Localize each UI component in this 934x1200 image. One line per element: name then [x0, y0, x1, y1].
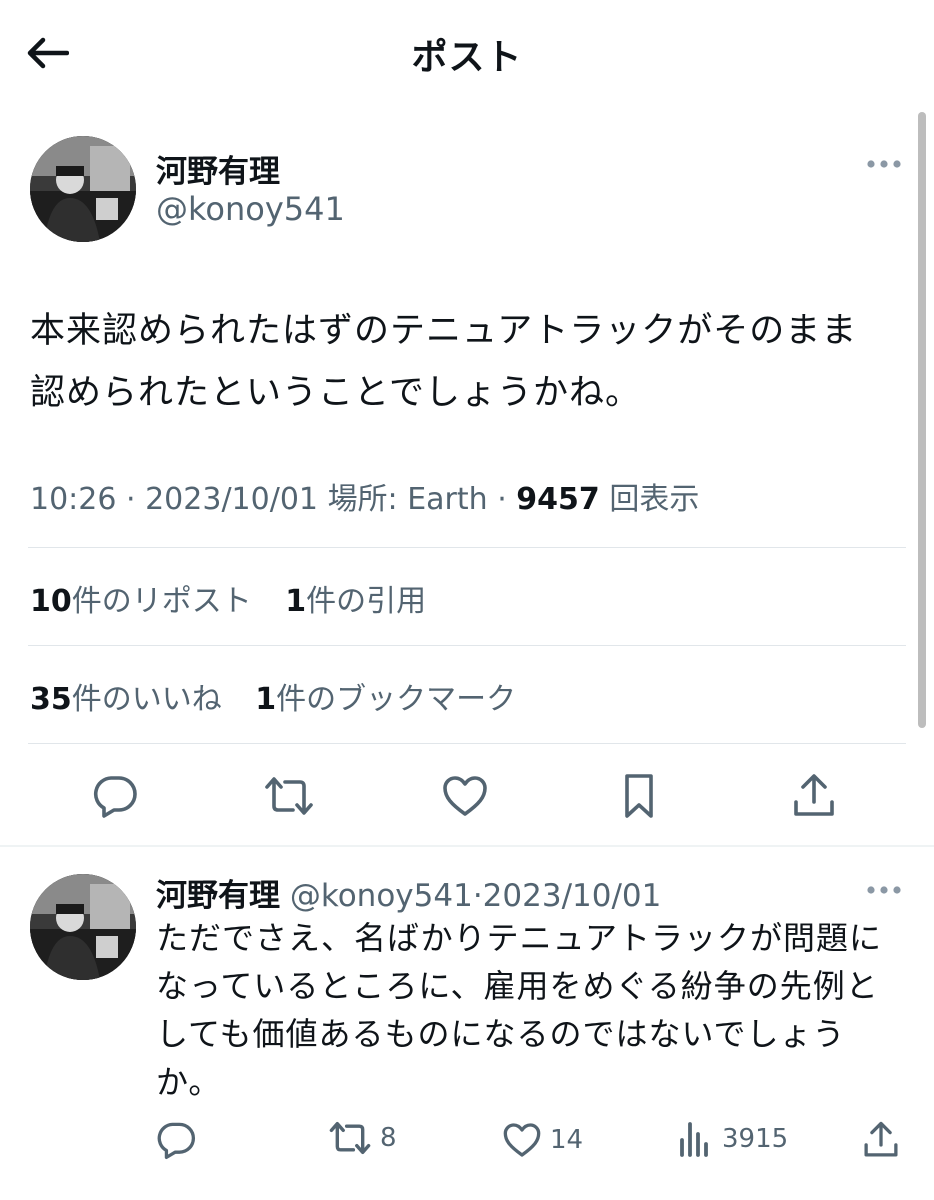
reply-text-line: しても価値あるものになるのではないでしょう [156, 1015, 846, 1053]
post-detail-page: ポスト 河野有理 @konoy541 本来認められたはずのテニュアトラックがその… [0, 0, 934, 1200]
heart-icon [443, 776, 487, 816]
reply-header: 河野有理 @konoy541·2023/10/01 [156, 870, 661, 915]
repost-button[interactable] [261, 768, 317, 824]
scrollbar[interactable] [918, 112, 926, 728]
quotes-label: 件の引用 [306, 584, 427, 619]
avatar[interactable] [30, 874, 136, 980]
reply-more-options-button[interactable] [862, 878, 906, 902]
share-upload-icon [794, 774, 834, 816]
like-button[interactable] [437, 768, 493, 824]
likes-count: 35 [30, 682, 72, 717]
reply-button[interactable] [87, 768, 143, 824]
post-text-line: 認められたということでしょうかね。 [30, 373, 641, 413]
views-label: 回表示 [609, 482, 700, 517]
bookmarks-stat[interactable]: 1件のブックマーク [255, 682, 516, 717]
avatar[interactable] [30, 136, 136, 242]
page-title: ポスト [411, 37, 523, 78]
reply-reply-button[interactable] [156, 1120, 196, 1160]
speech-bubble-icon [93, 776, 137, 818]
post-location: 場所: Earth [327, 482, 488, 517]
share-upload-icon [864, 1121, 898, 1157]
reposts-label: 件のリポスト [71, 584, 252, 619]
likes-label: 件のいいね [71, 682, 222, 717]
meta-separator: · [497, 482, 517, 517]
post-time[interactable]: 10:26 [30, 482, 116, 517]
reply-views-button[interactable]: 3915 [676, 1120, 788, 1158]
section-divider [0, 845, 934, 847]
reply-text-line: か。 [156, 1063, 222, 1101]
quotes-count: 1 [285, 584, 307, 619]
bar-chart-icon [680, 1122, 708, 1157]
reply-text: ただでさえ、名ばかりテニュアトラックが問題に なっているところに、雇用をめぐる紛… [156, 914, 908, 1106]
bookmarks-count: 1 [255, 682, 277, 717]
likes-stats-row: 35件のいいね 1件のブックマーク [30, 674, 540, 718]
post-meta: 10:26 · 2023/10/01 場所: Earth · 9457 回表示 [30, 474, 699, 518]
profile-photo [30, 136, 136, 242]
post-date[interactable]: 2023/10/01 [145, 482, 318, 517]
reply-repost-count: 8 [380, 1123, 397, 1153]
reposts-stat[interactable]: 10件のリポスト [30, 584, 252, 619]
quotes-stat[interactable]: 1件の引用 [285, 584, 426, 619]
reply-like-count: 14 [550, 1125, 584, 1155]
bookmark-icon [625, 774, 653, 818]
more-horizontal-icon [867, 160, 901, 168]
post-text-line: 本来認められたはずのテニュアトラックがそのまま [30, 311, 858, 351]
reply-separator: · [472, 878, 483, 914]
post-text: 本来認められたはずのテニュアトラックがそのまま 認められたということでしょうかね… [30, 300, 910, 424]
reply-like-button[interactable]: 14 [502, 1121, 583, 1159]
divider [28, 645, 906, 646]
reply-share-button[interactable] [862, 1120, 900, 1160]
share-button[interactable] [786, 768, 842, 824]
more-options-button[interactable] [862, 152, 906, 176]
reply-date[interactable]: 2023/10/01 [483, 878, 662, 914]
reply-handle[interactable]: @konoy541 [290, 878, 473, 914]
views-count: 9457 [516, 482, 600, 517]
meta-separator: · [126, 482, 146, 517]
divider [28, 743, 906, 744]
author-handle[interactable]: @konoy541 [156, 190, 345, 228]
reply-views-count: 3915 [722, 1124, 789, 1154]
heart-icon [503, 1123, 541, 1157]
divider [28, 547, 906, 548]
reply-display-name[interactable]: 河野有理 [156, 878, 280, 914]
repost-stats-row: 10件のリポスト 1件の引用 [30, 576, 450, 620]
retweet-icon [265, 777, 313, 815]
likes-stat[interactable]: 35件のいいね [30, 682, 222, 717]
reply-repost-button[interactable]: 8 [328, 1120, 397, 1156]
bookmark-button[interactable] [611, 768, 667, 824]
bookmarks-label: 件のブックマーク [276, 682, 517, 717]
retweet-icon [329, 1121, 371, 1155]
more-horizontal-icon [867, 886, 901, 894]
author-display-name[interactable]: 河野有理 [156, 146, 280, 191]
reply-text-line: なっているところに、雇用をめぐる紛争の先例と [156, 967, 879, 1005]
reply-text-line: ただでさえ、名ばかりテニュアトラックが問題に [156, 919, 883, 957]
reposts-count: 10 [30, 584, 72, 619]
profile-photo [30, 874, 136, 980]
speech-bubble-icon [157, 1122, 195, 1160]
